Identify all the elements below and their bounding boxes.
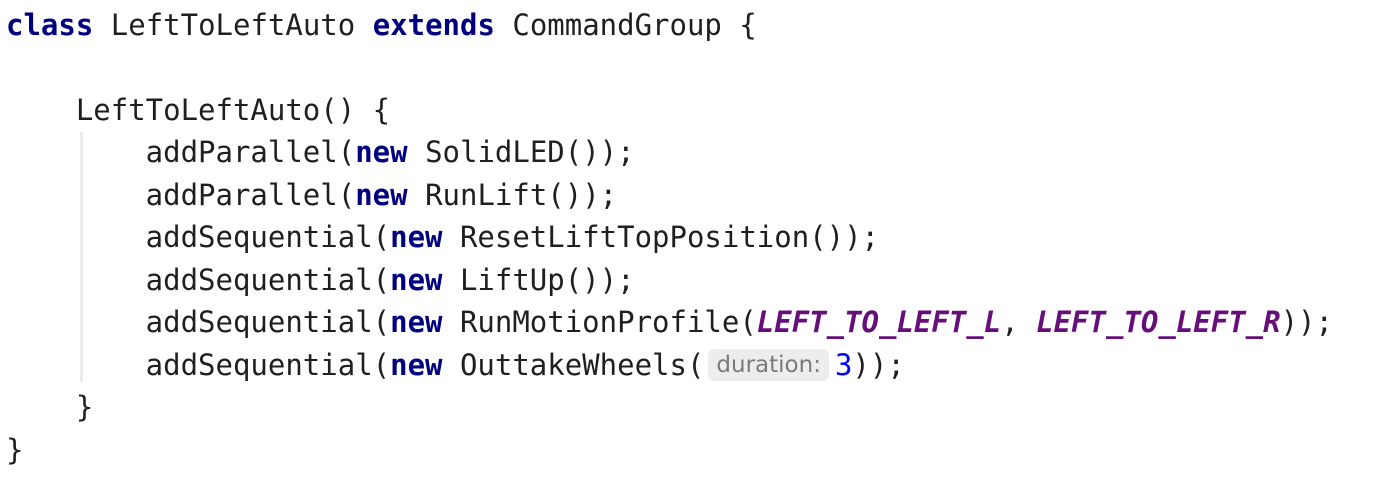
constant-left-to-left-l: LEFT_TO_LEFT_L — [756, 305, 1002, 339]
method-call: addSequential( — [6, 348, 391, 382]
keyword-extends: extends — [372, 8, 495, 42]
superclass: CommandGroup { — [512, 8, 757, 42]
code-line-7: addSequential(new LiftUp()); — [6, 259, 635, 301]
closing-parens: )); — [1280, 305, 1333, 339]
code-line-9: addSequential(new OuttakeWheels(duration… — [6, 344, 905, 386]
method-call: addParallel( — [6, 178, 356, 212]
number-literal: 3 — [834, 348, 853, 382]
code-line-1: class LeftToLeftAuto extends CommandGrou… — [6, 4, 757, 46]
constructor-call: RunMotionProfile( — [459, 305, 757, 339]
method-call: addSequential( — [6, 263, 391, 297]
code-line-4: addParallel(new SolidLED()); — [6, 131, 635, 173]
constructor-call: LiftUp()); — [459, 263, 635, 297]
method-call: addSequential( — [6, 305, 391, 339]
keyword-new: new — [390, 220, 443, 254]
method-call: addParallel( — [6, 135, 356, 169]
closing-brace: } — [6, 390, 94, 424]
constructor-call: ResetLiftTopPosition()); — [459, 220, 879, 254]
code-line-11: } — [6, 429, 23, 471]
code-line-8: addSequential(new RunMotionProfile(LEFT_… — [6, 301, 1333, 343]
code-line-3: LeftToLeftAuto() { — [6, 89, 390, 131]
parameter-hint: duration: — [708, 349, 829, 381]
closing-parens: )); — [852, 348, 905, 382]
keyword-new: new — [355, 135, 408, 169]
constructor-call: SolidLED()); — [425, 135, 635, 169]
code-line-5: addParallel(new RunLift()); — [6, 174, 617, 216]
code-editor[interactable]: class LeftToLeftAuto extends CommandGrou… — [0, 0, 1384, 482]
constant-left-to-left-r: LEFT_TO_LEFT_R — [1036, 305, 1281, 339]
closing-brace: } — [6, 433, 24, 467]
keyword-new: new — [390, 263, 443, 297]
keyword-new: new — [390, 348, 443, 382]
constructor-call: RunLift()); — [425, 178, 618, 212]
separator: , — [1001, 305, 1037, 339]
class-name: LeftToLeftAuto — [110, 8, 356, 42]
keyword-new: new — [355, 178, 408, 212]
keyword-new: new — [390, 305, 443, 339]
constructor-decl: LeftToLeftAuto() { — [6, 93, 391, 127]
keyword-class: class — [6, 8, 94, 42]
code-line-10: } — [6, 386, 93, 428]
constructor-call: OuttakeWheels( — [459, 348, 705, 382]
method-call: addSequential( — [6, 220, 391, 254]
code-line-6: addSequential(new ResetLiftTopPosition()… — [6, 216, 879, 258]
